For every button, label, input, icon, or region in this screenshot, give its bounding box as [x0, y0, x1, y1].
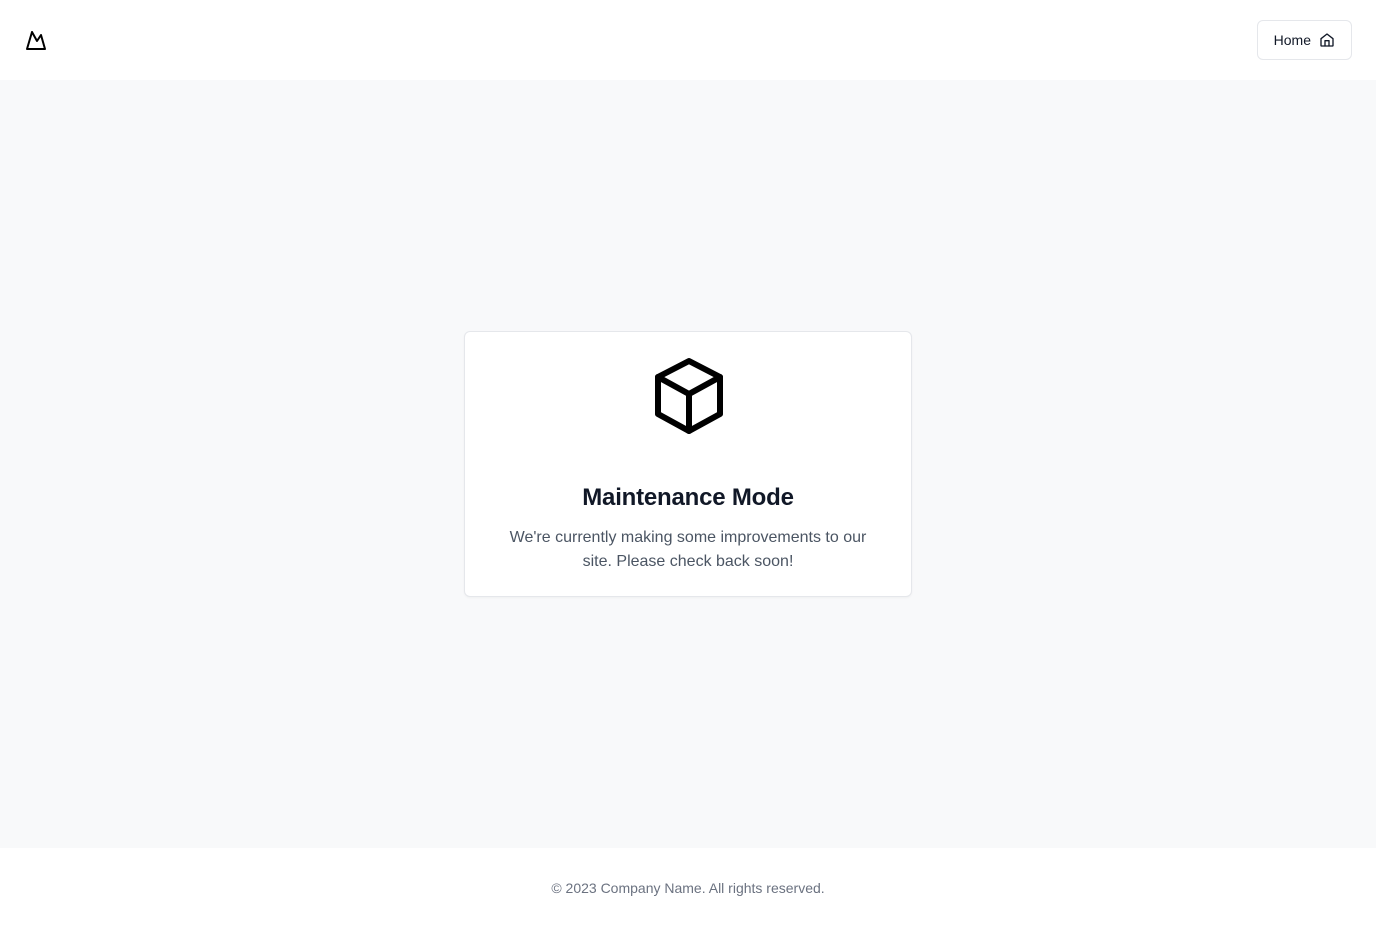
maintenance-card: Maintenance Mode We're currently making …: [464, 331, 912, 597]
home-button-label: Home: [1273, 32, 1311, 48]
main-content: Maintenance Mode We're currently making …: [0, 80, 1376, 848]
home-button[interactable]: Home: [1256, 20, 1352, 60]
home-icon: [1319, 32, 1335, 48]
mountain-icon[interactable]: [24, 28, 48, 52]
copyright-text: © 2023 Company Name. All rights reserved…: [551, 880, 825, 896]
package-cube-icon: [651, 356, 727, 436]
maintenance-message: We're currently making some improvements…: [509, 529, 867, 570]
site-footer: © 2023 Company Name. All rights reserved…: [0, 848, 1376, 928]
site-header: Home: [0, 0, 1376, 80]
page-title: Maintenance Mode: [582, 484, 794, 511]
